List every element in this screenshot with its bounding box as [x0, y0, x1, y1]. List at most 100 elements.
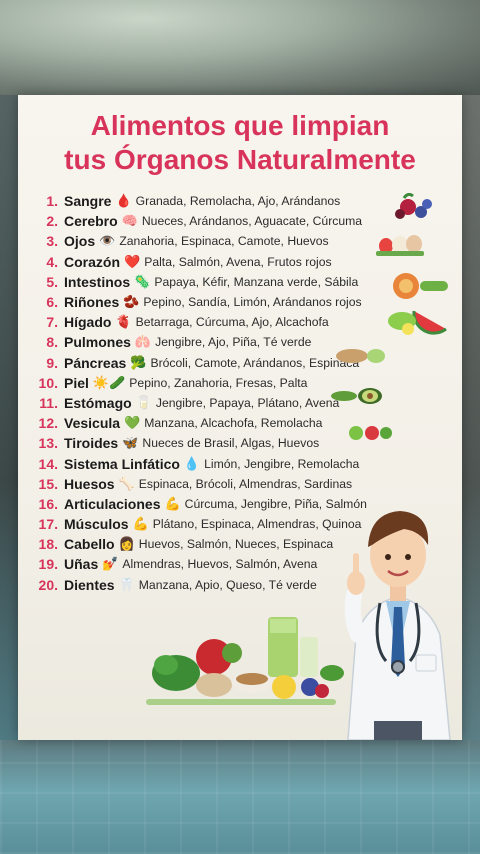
item-number: 17. [38, 516, 58, 533]
item-number: 14. [38, 455, 58, 472]
food-list: Almendras, Huevos, Salmón, Avena [122, 557, 318, 572]
item-number: 16. [38, 495, 58, 512]
title-line-1: Alimentos que limpian [90, 110, 390, 141]
organ-icon: 🩸 [115, 193, 132, 209]
doctor-illustration [328, 485, 462, 740]
item-number: 20. [38, 576, 58, 593]
organ-icon: 💅 [102, 556, 119, 572]
list-item: 3. Ojos 👁️ Zanahoria, Espinaca, Camote, Hue… [36, 231, 416, 251]
organ-name: Huesos [64, 475, 115, 492]
organ-icon: ❤️ [124, 253, 141, 269]
food-list: Jengibre, Ajo, Piña, Té verde [155, 335, 312, 350]
organ-icon: 👁️ [99, 233, 116, 249]
organ-icon: ☀️🥒 [92, 374, 126, 390]
item-number: 9. [46, 354, 58, 371]
item-number: 3. [46, 233, 58, 250]
watermelon-icon [384, 307, 448, 337]
background-left-band [0, 95, 18, 740]
list-item: 6. Riñones 🫘 Pepino, Sandía, Limón, Arándan… [36, 292, 416, 312]
organ-name: Cabello [64, 536, 115, 553]
papaya-icon [390, 271, 450, 301]
item-number: 19. [38, 556, 58, 573]
avocado-icon [330, 387, 386, 405]
item-number: 6. [46, 294, 58, 311]
food-pile-icon [136, 613, 346, 713]
berries-icon [390, 193, 436, 223]
organ-icon: 💧 [183, 455, 201, 471]
item-number: 18. [38, 536, 58, 553]
organ-icon: 🦴 [118, 475, 135, 491]
organ-icon: 🧠 [121, 213, 138, 229]
organ-name: Ojos [64, 233, 96, 250]
food-list: Jengibre, Papaya, Plátano, Avena [155, 395, 340, 410]
organ-name: Sangre [64, 193, 112, 210]
item-number: 15. [38, 475, 58, 492]
infographic-card: Alimentos que limpian tus Órganos Natura… [18, 95, 462, 740]
title-line-2: tus Órganos Naturalmente [64, 144, 416, 175]
organ-name: Intestinos [64, 273, 131, 290]
food-list: Nueces, Arándanos, Aguacate, Cúrcuma [141, 214, 363, 229]
organ-name: Sistema Linfático [64, 455, 180, 472]
item-number: 12. [38, 415, 58, 432]
food-list: Pepino, Sandía, Limón, Arándanos rojos [143, 295, 362, 310]
organ-name: Cerebro [64, 213, 118, 230]
food-list: Espinaca, Brócoli, Almendras, Sardinas [138, 476, 353, 491]
list-item: 5. Intestinos 🦠 Papaya, Kéfir, Manzana verd… [36, 272, 416, 292]
food-list: Pepino, Zanahoria, Fresas, Palta [129, 375, 308, 390]
background-bottom [0, 740, 480, 854]
organ-name: Páncreas [64, 354, 127, 371]
organ-name: Piel [64, 374, 89, 391]
food-list: Betarraga, Cúrcuma, Ajo, Alcachofa [135, 315, 329, 330]
food-list: Manzana, Apio, Queso, Té verde [138, 577, 317, 592]
organ-name: Articulaciones [64, 495, 161, 512]
organ-name: Uñas [64, 556, 99, 573]
organ-icon: 🥛 [135, 394, 152, 410]
organ-icon: 🥦 [130, 354, 147, 370]
food-list: Zanahoria, Espinaca, Camote, Huevos [119, 234, 329, 249]
food-list: Palta, Salmón, Avena, Frutos rojos [144, 254, 332, 269]
organ-icon: 🦠 [134, 273, 151, 289]
organ-icon: 🦷 [118, 576, 135, 592]
organ-name: Dientes [64, 576, 115, 593]
item-number: 4. [46, 253, 58, 270]
list-item: 7. Hígado 🫀 Betarraga, Cúrcuma, Ajo, Alcach… [36, 312, 416, 332]
organ-name: Músculos [64, 516, 129, 533]
organ-icon: 💪 [132, 516, 149, 532]
organ-name: Riñones [64, 294, 120, 311]
item-number: 11. [39, 394, 58, 411]
food-list: Papaya, Kéfir, Manzana verde, Sábila [154, 274, 359, 289]
food-list: Huevos, Salmón, Nueces, Espinaca [138, 537, 334, 552]
list-item: 1. Sangre 🩸 Granada, Remolacha, Ajo, Aránda… [36, 191, 416, 211]
food-list: Granada, Remolacha, Ajo, Arándanos [135, 194, 341, 209]
item-number: 10. [38, 374, 58, 391]
item-number: 13. [38, 435, 58, 452]
item-number: 7. [46, 314, 58, 331]
list-item: 2. Cerebro 🧠 Nueces, Arándanos, Aguacate, C… [36, 211, 416, 231]
background-top [0, 0, 480, 95]
organ-name: Hígado [64, 314, 112, 331]
organ-icon: 🫁 [134, 334, 152, 350]
item-number: 8. [46, 334, 58, 351]
food-list: Limón, Jengibre, Remolacha [204, 456, 360, 471]
title: Alimentos que limpian tus Órganos Natura… [18, 109, 462, 177]
eggs-icon [374, 231, 426, 257]
apples-icon [346, 423, 394, 441]
food-list: Manzana, Alcachofa, Remolacha [144, 416, 323, 431]
organ-name: Corazón [64, 253, 120, 270]
organ-name: Vesicula [64, 415, 121, 432]
organ-icon: 💚 [124, 415, 141, 431]
food-list: Brócoli, Camote, Arándanos, Espinaca [150, 355, 360, 370]
food-list: Nueces de Brasil, Algas, Huevos [142, 436, 320, 451]
background-right-band [462, 95, 480, 740]
list-item: 4. Corazón ❤️ Palta, Salmón, Avena, Frutos … [36, 252, 416, 272]
organ-name: Estómago [64, 394, 132, 411]
organ-name: Pulmones [64, 334, 131, 351]
organ-icon: 🦋 [122, 435, 139, 451]
organ-name: Tiroides [64, 435, 119, 452]
organ-icon: 💪 [164, 495, 181, 511]
organ-icon: 🫀 [115, 314, 132, 330]
item-number: 5. [46, 273, 58, 290]
item-number: 1. [46, 193, 58, 210]
list-item: 14. Sistema Linfático 💧 Limón, Jengibre, Re… [36, 453, 416, 473]
organ-icon: 🫘 [123, 294, 140, 310]
